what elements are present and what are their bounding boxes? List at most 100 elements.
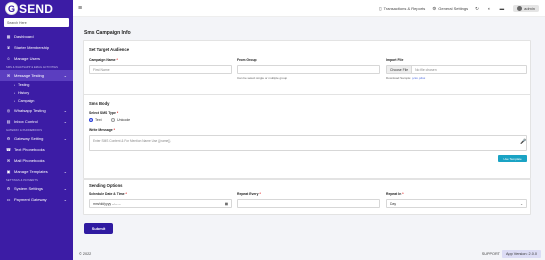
- users-icon: ☺: [6, 56, 11, 61]
- grid-icon: ▦: [6, 34, 11, 39]
- sidebar-item-label: Starter Membership: [14, 45, 50, 50]
- gateway-icon: ⚙: [6, 136, 11, 141]
- main-content: Sms Campaign Info Set Target Audience Ca…: [73, 17, 545, 243]
- template-icon: ▣: [6, 169, 11, 174]
- menu-icon[interactable]: ≡: [78, 5, 82, 12]
- radio-label: Unicode: [117, 118, 131, 122]
- logo-mark: G: [5, 2, 18, 15]
- flag-icon: ▬: [499, 6, 505, 11]
- sidebar-item-label: Manage Templates: [14, 169, 48, 174]
- radio-text[interactable]: Text: [89, 118, 102, 122]
- sidebar-item-membership[interactable]: ♛ Starter Membership: [0, 42, 73, 53]
- file-status: No file chosen: [415, 67, 437, 72]
- repeat-in-select[interactable]: Day ⌄: [386, 199, 527, 208]
- xlsx-label: xlsx: [420, 76, 426, 80]
- chevron-down-icon: ⌄: [63, 108, 67, 113]
- avatar: [517, 6, 523, 11]
- sidebar-item-users[interactable]: ☺ Manage Users: [0, 53, 73, 64]
- support-link[interactable]: SUPPORT: [482, 252, 500, 256]
- sidebar-item-system-settings[interactable]: ⚙ System Settings ⌄: [0, 183, 73, 194]
- sidebar-item-inbox[interactable]: ▤ Inbox Control ⌄: [0, 116, 73, 127]
- label-text: Schedule Date & Time: [89, 192, 125, 196]
- sidebar-search-input[interactable]: Search Here: [4, 18, 69, 27]
- chevron-down-icon: ⌄: [63, 73, 67, 78]
- radio-unicode[interactable]: Unicode: [111, 118, 130, 122]
- footer: © 2022 SUPPORT App Version: 2.0.0: [73, 247, 545, 260]
- sidebar-item-message-testing[interactable]: ✉ Message Testing ⌄: [0, 70, 73, 81]
- group-select[interactable]: [237, 65, 380, 74]
- repeat-in-value: Day: [390, 201, 397, 206]
- message-icon: ✉: [6, 73, 11, 78]
- sms-type-label: Select SMS Type *: [89, 111, 118, 115]
- label-text: Write Message: [89, 128, 113, 132]
- sidebar-subitem-history[interactable]: • History: [0, 89, 73, 97]
- inbox-icon: ▤: [6, 119, 11, 124]
- radio-button[interactable]: [111, 118, 115, 122]
- campaign-name-label: Campaign Name *: [89, 58, 118, 62]
- sidebar-item-templates[interactable]: ▣ Manage Templates ⌄: [0, 166, 73, 177]
- submit-button[interactable]: Submit: [84, 223, 113, 234]
- campaign-name-input[interactable]: First Name: [89, 65, 232, 74]
- sidebar-subitem-testing[interactable]: • Testing: [0, 81, 73, 89]
- use-template-button[interactable]: Use Template: [498, 155, 527, 162]
- chevron-down-icon: ⌄: [63, 136, 67, 141]
- sidebar-item-label: Message Testing: [14, 73, 44, 78]
- transactions-label: Transactions & Reports: [383, 6, 426, 11]
- general-settings-link[interactable]: ⚙ General Settings: [432, 6, 468, 12]
- refresh-icon: ↻: [475, 5, 479, 11]
- chevron-down-icon: ⌄: [520, 201, 523, 206]
- copyright: © 2022: [79, 251, 92, 256]
- group-hint: Can be select single or multiple group: [237, 76, 288, 80]
- dark-mode-toggle[interactable]: ◐: [488, 6, 493, 11]
- sidebar-item-label: Gateway Setting: [14, 136, 44, 141]
- brand-logo[interactable]: G SEND: [0, 0, 73, 17]
- card-icon: ▭: [6, 197, 11, 202]
- crown-icon: ♛: [6, 45, 11, 50]
- download-csv-link[interactable]: ⤓csv: [412, 76, 418, 80]
- sidebar-item-text-phonebooks[interactable]: ☎ Text Phonebooks: [0, 144, 73, 155]
- sidebar-item-mail-phonebooks[interactable]: ✉ Mail Phonebooks: [0, 155, 73, 166]
- schedule-label: Schedule Date & Time *: [89, 192, 127, 196]
- refresh-button[interactable]: ↻: [475, 6, 481, 12]
- sidebar-subitem-campaign[interactable]: • Campaign: [0, 97, 73, 105]
- label-text: Repeat Every: [237, 192, 259, 196]
- radio-label: Text: [95, 118, 102, 122]
- calendar-icon[interactable]: ▦: [225, 202, 228, 206]
- sidebar-item-label: Dashboard: [14, 34, 34, 39]
- sidebar-subitem-label: Campaign: [18, 99, 35, 103]
- logo-text: SEND: [19, 1, 54, 16]
- schedule-input[interactable]: mm/dd/yyyy --:-- -- ▦: [89, 199, 232, 208]
- mic-icon[interactable]: 🎤: [520, 139, 526, 145]
- whatsapp-icon: ◎: [6, 108, 11, 113]
- sidebar-item-label: Manage Users: [14, 56, 41, 61]
- gear-icon: ⚙: [6, 186, 11, 191]
- user-menu[interactable]: admin: [513, 5, 539, 12]
- download-sample: Download Sample: ⤓csv ⤓xlsx: [386, 76, 425, 80]
- sidebar-item-payment-gateway[interactable]: ▭ Payment Gateway ⌄: [0, 194, 73, 205]
- sidebar-item-label: Mail Phonebooks: [14, 158, 45, 163]
- chevron-down-icon: ⌄: [63, 169, 67, 174]
- settings-label: General Settings: [438, 6, 469, 11]
- download-xlsx-link[interactable]: ⤓xlsx: [419, 76, 426, 80]
- repeat-every-input[interactable]: [237, 199, 380, 208]
- sidebar-item-whatsapp[interactable]: ◎ Whatsapp Testing ⌄: [0, 105, 73, 116]
- moon-icon: ◐: [487, 6, 491, 11]
- user-name: admin: [524, 6, 535, 11]
- required-mark: *: [124, 192, 127, 196]
- language-button[interactable]: ▬: [500, 6, 507, 11]
- repeat-in-label: Repeat In *: [386, 192, 404, 196]
- sidebar-item-label: System Settings: [14, 186, 43, 191]
- radio-button-selected[interactable]: [89, 118, 93, 122]
- sending-options-card: Sending Options Schedule Date & Time * m…: [83, 179, 531, 215]
- sidebar-item-dashboard[interactable]: ▦ Dashboard: [0, 31, 73, 42]
- transactions-link[interactable]: ▯ Transactions & Reports: [379, 6, 425, 12]
- download-label: Download Sample:: [386, 76, 412, 80]
- page-title: Sms Campaign Info: [84, 30, 131, 36]
- import-file-input[interactable]: Choose File No file chosen: [386, 65, 527, 74]
- sidebar-item-label: Text Phonebooks: [14, 147, 45, 152]
- label-text: Select SMS Type: [89, 111, 116, 115]
- message-textarea[interactable]: Enter SMS Content & For Mention Name Use…: [89, 135, 527, 151]
- version-badge: App Version: 2.0.0: [501, 249, 541, 258]
- choose-file-button[interactable]: Choose File: [387, 66, 413, 73]
- sidebar-item-gateway[interactable]: ⚙ Gateway Setting ⌄: [0, 133, 73, 144]
